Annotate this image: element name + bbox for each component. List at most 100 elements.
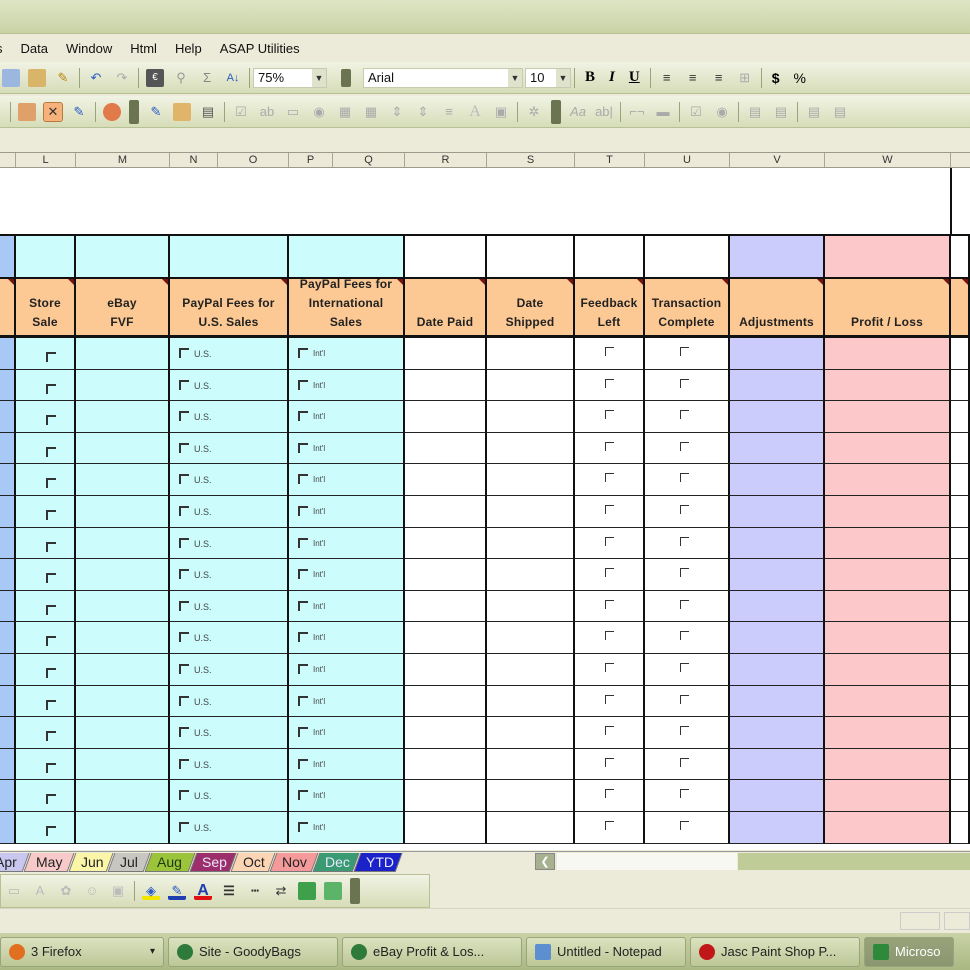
intl-fee-checkbox[interactable]	[298, 474, 308, 485]
italic-button[interactable]: I	[609, 69, 615, 86]
cell-profit-loss[interactable]	[825, 432, 951, 465]
feedback-left-checkbox[interactable]	[605, 441, 614, 451]
cell-paypal-us[interactable]: U.S.	[170, 812, 289, 844]
cell-feedback-left[interactable]	[575, 559, 645, 591]
cell-profit-loss[interactable]	[825, 401, 951, 433]
cell-feedback-left[interactable]	[575, 622, 645, 654]
cell-date-paid[interactable]	[405, 432, 487, 465]
cell-ebay-fvf[interactable]	[76, 685, 170, 718]
cell-feedback-left[interactable]	[575, 401, 645, 433]
intl-fee-checkbox[interactable]	[298, 600, 308, 611]
menu-data[interactable]: Data	[21, 41, 48, 56]
cell-transaction-complete[interactable]	[645, 590, 730, 623]
column-header[interactable]: O	[218, 153, 289, 167]
cell-store-sale[interactable]	[16, 496, 76, 528]
cell-date-paid[interactable]	[405, 338, 487, 370]
column-header[interactable]: S	[487, 153, 575, 167]
sheet-tab-oct[interactable]: Oct	[230, 853, 276, 872]
cell-paypal-us[interactable]: U.S.	[170, 496, 289, 528]
transaction-complete-checkbox[interactable]	[680, 473, 689, 483]
cell-paypal-us[interactable]: U.S.	[170, 685, 289, 718]
cell[interactable]	[951, 527, 970, 560]
feedback-left-checkbox[interactable]	[605, 473, 614, 483]
cell-store-sale[interactable]	[16, 432, 76, 465]
cell-transaction-complete[interactable]	[645, 401, 730, 433]
listbox-control-icon[interactable]: ▦	[336, 103, 354, 121]
cell-paypal-intl[interactable]: Int'l	[289, 496, 405, 528]
cell[interactable]	[951, 369, 970, 402]
menu-help[interactable]: Help	[175, 41, 202, 56]
cell-paypal-intl[interactable]: Int'l	[289, 432, 405, 465]
chevron-down-icon[interactable]: ▼	[312, 68, 326, 87]
cell-paypal-intl[interactable]: Int'l	[289, 748, 405, 781]
combo-list-edit-icon[interactable]: ▤	[805, 103, 823, 121]
cell-ebay-fvf[interactable]	[76, 559, 170, 591]
cell-transaction-complete[interactable]	[645, 748, 730, 781]
column-header[interactable]: M	[76, 153, 170, 167]
cell-store-sale[interactable]	[16, 590, 76, 623]
feedback-left-checkbox[interactable]	[605, 694, 614, 704]
cell-store-sale[interactable]	[16, 748, 76, 781]
undo-icon[interactable]: ↶	[87, 69, 105, 87]
dash-style-icon[interactable]: ┅	[246, 882, 264, 900]
edit-chart-icon[interactable]: ✎	[147, 103, 165, 121]
cell-transaction-complete[interactable]	[645, 338, 730, 370]
column-header[interactable]: V	[730, 153, 825, 167]
hyperlink-icon[interactable]: ⚲	[172, 69, 190, 87]
sheet-tab-sep[interactable]: Sep	[189, 853, 237, 872]
arrow-style-icon[interactable]: ⇄	[272, 882, 290, 900]
cell-transaction-complete[interactable]	[645, 622, 730, 654]
cell-paypal-us[interactable]: U.S.	[170, 464, 289, 496]
cell-ebay-fvf[interactable]	[76, 622, 170, 654]
text-control-icon[interactable]: A	[466, 103, 484, 121]
cell-ebay-fvf[interactable]	[76, 812, 170, 844]
cell-date-paid[interactable]	[405, 527, 487, 560]
cell-adjustments[interactable]	[730, 527, 825, 560]
transaction-complete-checkbox[interactable]	[680, 663, 689, 672]
feedback-left-checkbox[interactable]	[605, 821, 614, 830]
cell-ebay-fvf[interactable]	[76, 590, 170, 623]
currency-convert-icon[interactable]: €	[146, 68, 164, 87]
taskbar-item[interactable]: Untitled - Notepad	[526, 936, 686, 967]
feedback-left-checkbox[interactable]	[605, 378, 614, 388]
bold-button[interactable]: B	[585, 69, 595, 86]
view-code-icon[interactable]: ▤	[199, 103, 217, 121]
cell-paypal-intl[interactable]: Int'l	[289, 685, 405, 718]
feedback-left-checkbox[interactable]	[605, 599, 614, 609]
sheet-tab-may[interactable]: May	[23, 853, 75, 872]
cell-date-paid[interactable]	[405, 748, 487, 781]
cell-feedback-left[interactable]	[575, 780, 645, 812]
design-mode-icon[interactable]: ✕	[43, 101, 63, 122]
line-style-icon[interactable]: ☰	[220, 882, 238, 900]
cell-ebay-fvf[interactable]	[76, 496, 170, 528]
transaction-complete-checkbox[interactable]	[680, 505, 689, 514]
intl-fee-checkbox[interactable]	[298, 822, 308, 832]
cell-store-sale[interactable]	[16, 622, 76, 654]
cell-feedback-left[interactable]	[575, 338, 645, 370]
cell[interactable]	[0, 369, 16, 402]
toolbar-options-icon[interactable]	[551, 99, 561, 124]
header-store-sale[interactable]: Store Sale	[16, 279, 76, 338]
cell-feedback-left[interactable]	[575, 527, 645, 560]
intl-fee-checkbox[interactable]	[298, 632, 308, 643]
cell-feedback-left[interactable]	[575, 496, 645, 528]
band-cell[interactable]	[289, 234, 405, 279]
header-transaction-complete[interactable]: Transaction Complete	[645, 279, 730, 338]
band-cell[interactable]	[487, 234, 575, 279]
cell-date-shipped[interactable]	[487, 559, 575, 591]
line-color-icon[interactable]: ✎	[168, 882, 186, 900]
format-painter-icon[interactable]: ✎	[54, 69, 72, 87]
intl-fee-checkbox[interactable]	[298, 664, 308, 674]
cell-date-shipped[interactable]	[487, 812, 575, 844]
cell[interactable]	[0, 559, 16, 591]
us-fee-checkbox[interactable]	[179, 569, 189, 580]
label-control-icon[interactable]: ≡	[440, 103, 458, 121]
sheet-tab-aug[interactable]: Aug	[144, 853, 196, 872]
cell-paypal-us[interactable]: U.S.	[170, 401, 289, 433]
column-header[interactable]: N	[170, 153, 218, 167]
cell-profit-loss[interactable]	[825, 717, 951, 749]
store-sale-checkbox[interactable]	[46, 446, 56, 457]
us-fee-checkbox[interactable]	[179, 537, 189, 548]
cell-profit-loss[interactable]	[825, 654, 951, 686]
spinner-control-icon[interactable]: ⇕	[414, 103, 432, 121]
